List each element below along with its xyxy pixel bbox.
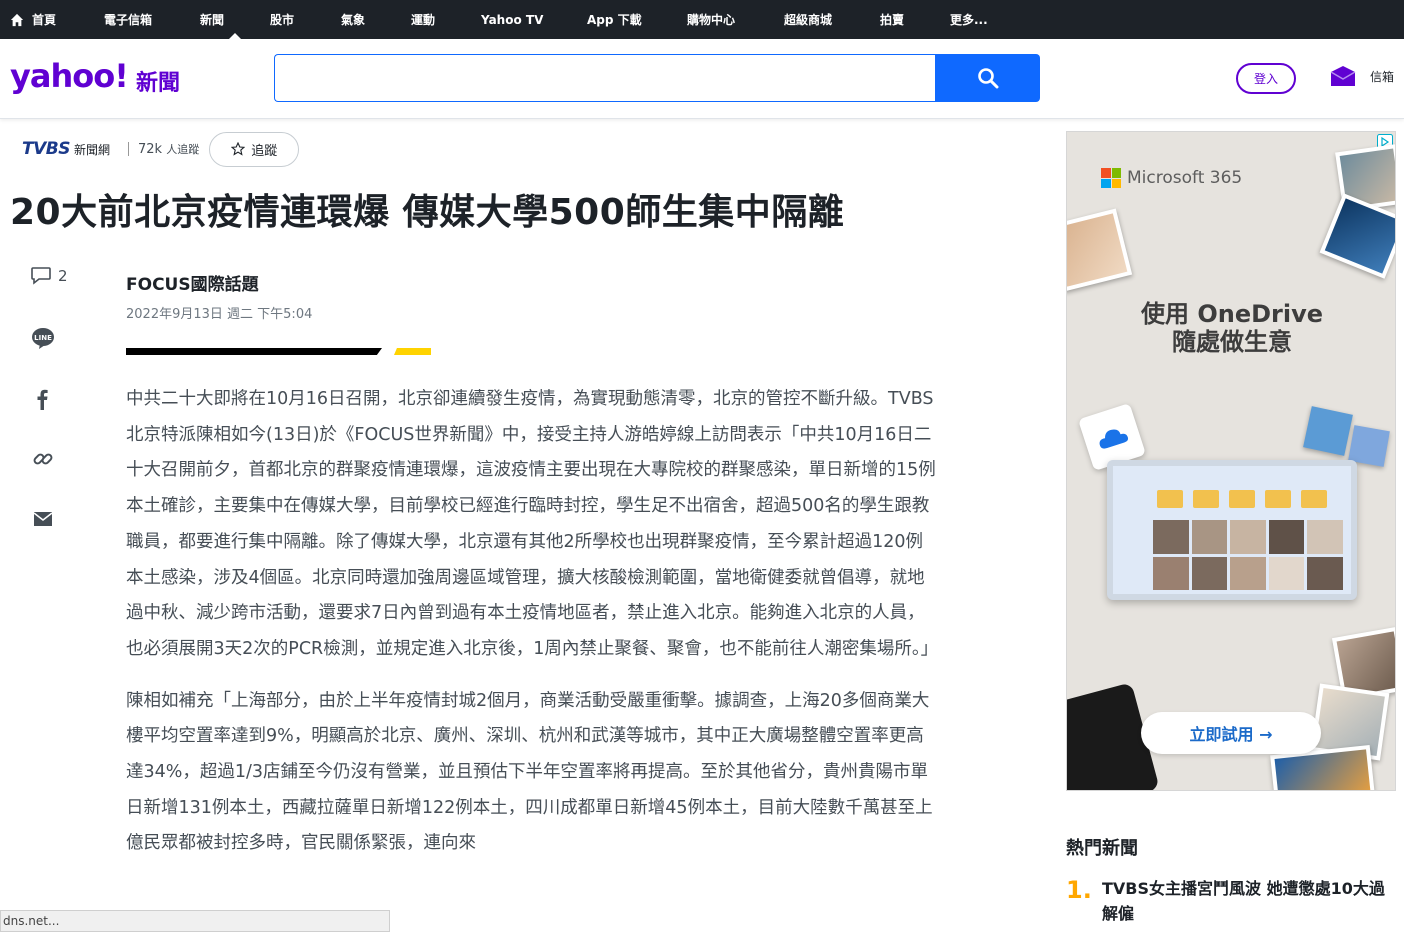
nav-yahoo-tv[interactable]: Yahoo TV bbox=[481, 0, 587, 39]
search-button[interactable] bbox=[935, 54, 1040, 102]
svg-text:LINE: LINE bbox=[34, 334, 52, 342]
trending-rank: 1. bbox=[1066, 876, 1092, 904]
share-toolbar: 2 LINE bbox=[30, 266, 70, 566]
nav-shopping[interactable]: 購物中心 bbox=[687, 0, 784, 39]
nav-app-download[interactable]: App 下載 bbox=[587, 0, 687, 39]
nav-mail[interactable]: 電子信箱 bbox=[104, 0, 200, 39]
microsoft-logo-icon bbox=[1101, 168, 1121, 188]
microsoft-365-logo: Microsoft 365 bbox=[1101, 168, 1242, 188]
email-icon bbox=[33, 512, 53, 526]
nav-more[interactable]: 更多... bbox=[950, 0, 1030, 39]
yahoo-logo[interactable]: yahoo! bbox=[10, 57, 129, 95]
nav-sports[interactable]: 運動 bbox=[411, 0, 481, 39]
ad-headline: 使用 OneDrive 隨處做生意 bbox=[1140, 300, 1324, 356]
nav-home-label: 首頁 bbox=[32, 13, 57, 27]
ad-laptop-illustration bbox=[1107, 460, 1357, 600]
article-body: 中共二十大即將在10月16日召開，北京卻連續發生疫情，為實現動態清零，北京的管控… bbox=[126, 382, 938, 878]
mail-icon bbox=[1330, 66, 1356, 86]
comments-button[interactable]: 2 bbox=[30, 266, 70, 326]
nav-home[interactable]: 首頁 bbox=[10, 0, 104, 39]
home-icon bbox=[10, 13, 24, 26]
divider-bar-black bbox=[126, 348, 382, 355]
link-icon bbox=[33, 453, 53, 465]
site-header: yahoo! 新聞 登入 信箱 bbox=[0, 39, 1404, 119]
copy-link-button[interactable] bbox=[30, 446, 70, 506]
ad-app-tile bbox=[1303, 406, 1353, 456]
nav-weather[interactable]: 氣象 bbox=[341, 0, 411, 39]
ad-brand: Microsoft 365 bbox=[1127, 168, 1243, 188]
article-paragraph: 陳相如補充「上海部分，由於上半年疫情封城2個月，商業活動受嚴重衝擊。據調查，上海… bbox=[126, 690, 933, 854]
article-paragraph: 中共二十大即將在10月16日召開，北京卻連續發生疫情，為實現動態清零，北京的管控… bbox=[126, 389, 939, 659]
followers-count: 72k 人追蹤 bbox=[137, 142, 200, 157]
comment-count: 2 bbox=[58, 267, 68, 285]
browser-status-bar: dns.net... bbox=[0, 910, 390, 932]
divider bbox=[127, 142, 129, 156]
search-input[interactable] bbox=[274, 54, 936, 102]
share-facebook-button[interactable] bbox=[30, 386, 70, 446]
article-headline: 20大前北京疫情連環爆 傳媒大學500師生集中隔離 bbox=[10, 192, 845, 233]
follow-button[interactable]: 追蹤 bbox=[209, 131, 300, 167]
comment-icon bbox=[31, 267, 51, 285]
news-section-title[interactable]: 新聞 bbox=[136, 65, 180, 97]
trending-item-text: TVBS女主播宮鬥風波 她遭懲處10大過解僱 bbox=[1102, 879, 1385, 923]
ad-photo bbox=[1067, 208, 1133, 292]
star-icon bbox=[231, 142, 246, 156]
divider-bar-yellow bbox=[394, 348, 431, 355]
trending-title: 熱門新聞 bbox=[1066, 838, 1138, 859]
publisher-bar: TVBS 新聞網 72k 人追蹤 追蹤 bbox=[22, 131, 300, 167]
ad-cta-button[interactable]: 立即試用 → bbox=[1141, 712, 1321, 754]
mail-link[interactable]: 信箱 bbox=[1330, 65, 1394, 87]
facebook-icon bbox=[37, 389, 48, 410]
nav-stocks[interactable]: 股市 bbox=[270, 0, 341, 39]
advertisement[interactable]: Microsoft 365 使用 OneDrive 隨處做生意 立即試用 → bbox=[1066, 131, 1396, 791]
nav-auction[interactable]: 拍賣 bbox=[880, 0, 950, 39]
article-author[interactable]: FOCUS國際話題 bbox=[126, 270, 259, 295]
line-icon: LINE bbox=[32, 328, 54, 349]
nav-news[interactable]: 新聞 bbox=[200, 0, 270, 39]
tvbs-logo-sub: 新聞網 bbox=[73, 142, 110, 157]
tvbs-logo[interactable]: TVBS bbox=[22, 139, 70, 159]
trending-item[interactable]: 1. TVBS女主播宮鬥風波 她遭懲處10大過解僱 bbox=[1066, 876, 1392, 926]
share-line-button[interactable]: LINE bbox=[30, 326, 70, 386]
mail-label: 信箱 bbox=[1370, 69, 1395, 84]
follow-label: 追蹤 bbox=[251, 143, 278, 159]
share-email-button[interactable] bbox=[30, 506, 70, 566]
login-button[interactable]: 登入 bbox=[1236, 63, 1296, 94]
top-navigation: 首頁 電子信箱 新聞 股市 氣象 運動 Yahoo TV App 下載 購物中心… bbox=[0, 0, 1404, 39]
search-icon bbox=[977, 68, 998, 89]
publish-date: 2022年9月13日 週二 下午5:04 bbox=[126, 307, 313, 322]
nav-mall[interactable]: 超級商城 bbox=[784, 0, 880, 39]
